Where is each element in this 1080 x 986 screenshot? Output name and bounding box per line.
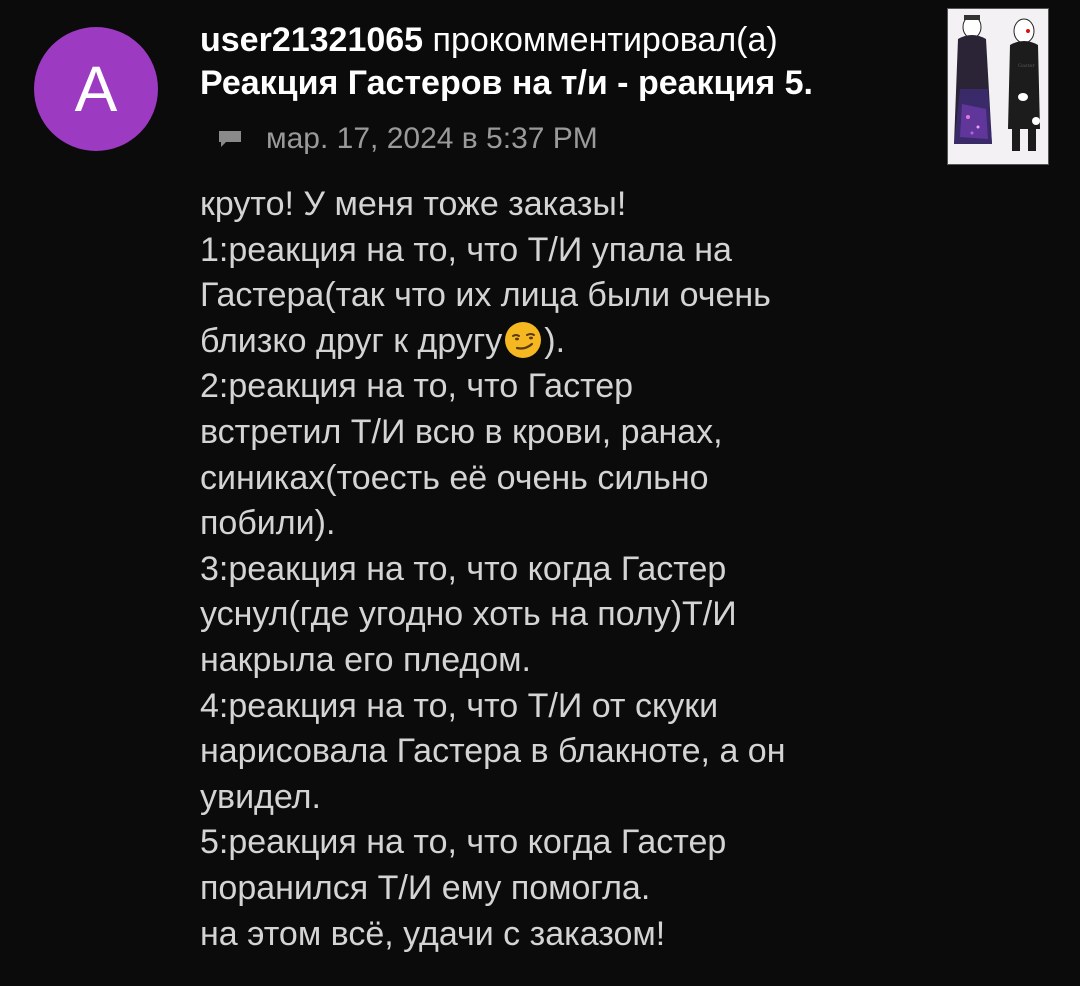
comment-line: 1:реакция на то, что Т/И упала на [200,230,732,269]
username-link[interactable]: user21321065 [200,21,423,59]
avatar-letter: A [74,53,118,125]
timestamp: мар. 17, 2024 в 5:37 PM [266,122,598,155]
comment-meta: мар. 17, 2024 в 5:37 PM [218,122,598,156]
comment-line: встретил Т/И всю в крови, ранах, [200,412,723,451]
user-avatar[interactable]: A [34,27,158,151]
comment-line: круто! У меня тоже заказы! [200,185,627,223]
comment-line: синиках(тоесть её очень сильно [200,458,709,497]
notification-line: user21321065 прокомментировал(а) [200,20,930,60]
comment-line-part: ). [544,321,566,360]
smirking-face-emoji [503,320,543,360]
comment-body: круто! У меня тоже заказы! 1:реакция на … [200,182,940,957]
action-text: прокомментировал(а) [423,21,778,59]
comment-line: побили). [200,504,336,543]
svg-text:Gaster: Gaster [1018,63,1036,69]
comment-line: уснул(где угодно хоть на полу)Т/И [200,595,737,634]
comment-line-part: близко друг к другу [200,321,503,360]
comment-line: увидел. [200,777,321,816]
comment-line: 3:реакция на то, что когда Гастер [200,549,727,588]
comment-line: накрыла его пледом. [200,640,532,679]
notification-header: user21321065 прокомментировал(а) Реакция… [200,20,930,106]
artwork-thumbnail[interactable]: Gaster [947,8,1049,165]
comment-line: на этом всё, удачи с заказом! [200,914,666,953]
comment-line: Гастера(так что их лица были очень [200,276,771,315]
comment-line: 5:реакция на то, что когда Гастер [200,823,727,862]
comment-line: близко друг к другу ). [200,319,940,365]
comment-line: 2:реакция на то, что Гастер [200,367,634,406]
comment-line: нарисовала Гастера в блакноте, а он [200,732,786,771]
comment-line: поранился Т/И ему помогла. [200,868,651,907]
comment-icon [218,130,242,148]
comment-line: 4:реакция на то, что Т/И от скуки [200,686,719,725]
post-title-link[interactable]: Реакция Гастеров на т/и - реакция 5. [200,60,930,106]
